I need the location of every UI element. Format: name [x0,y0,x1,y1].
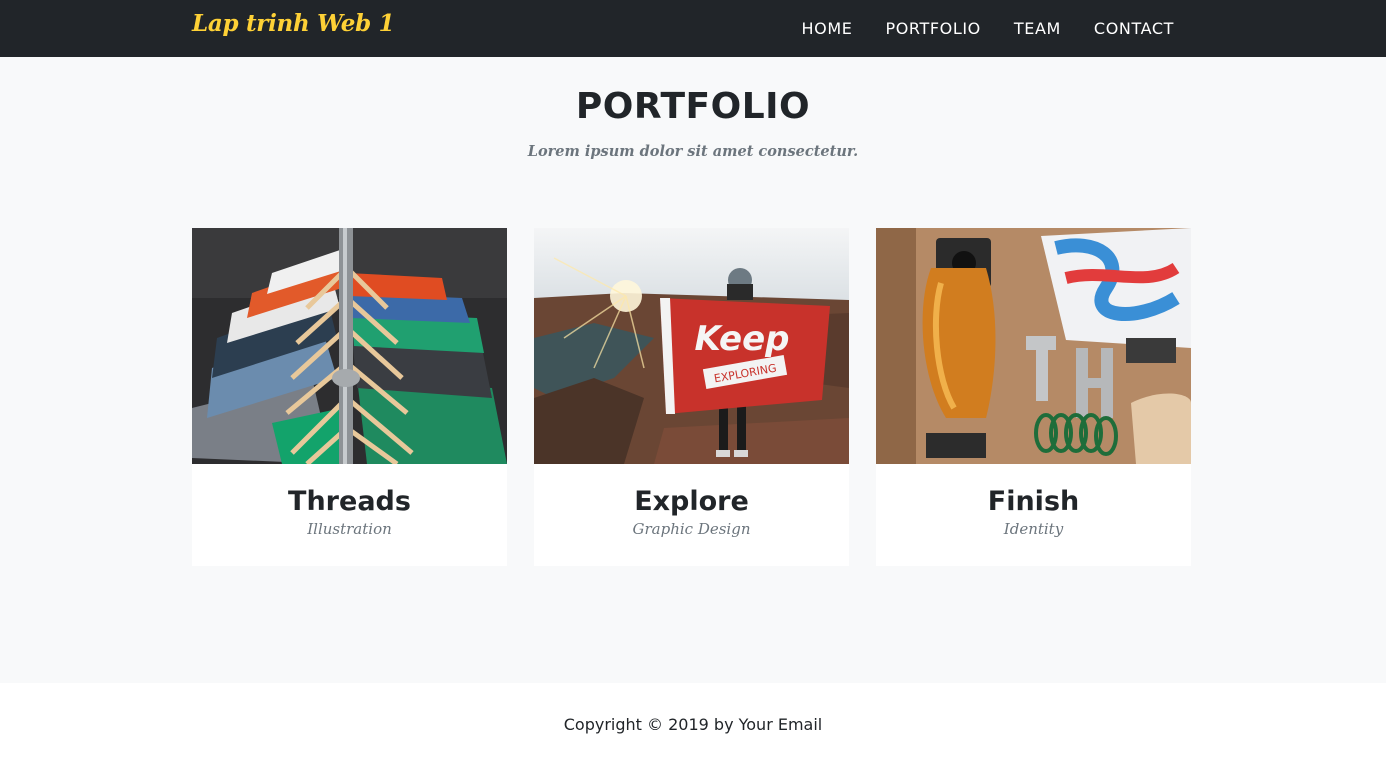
section-heading: PORTFOLIO [575,86,811,127]
nav-link-portfolio[interactable]: PORTFOLIO [885,19,980,38]
portfolio-caption-explore: Explore Graphic Design [534,464,849,566]
nav-link-home[interactable]: HOME [802,19,853,38]
portfolio-image-explore[interactable]: Keep EXPLORING [534,228,849,464]
portfolio-image-threads[interactable] [192,228,507,464]
portfolio-category: Identity [1003,520,1064,538]
navbar: Lap trinh Web 1 HOME PORTFOLIO TEAM CONT… [0,0,1386,57]
portfolio-title: Finish [987,486,1080,517]
section-subheading: Lorem ipsum dolor sit amet consectetur. [527,143,859,160]
brand-link[interactable]: Lap trinh Web 1 [192,10,395,37]
nav-links: HOME PORTFOLIO TEAM CONTACT [769,0,1174,57]
copyright-text: Copyright © 2019 by Your Email [563,715,823,734]
footer: Copyright © 2019 by Your Email [0,683,1386,758]
portfolio-title: Explore [634,486,749,517]
portfolio-item-finish[interactable]: Finish Identity [876,228,1191,566]
portfolio-title: Threads [288,486,411,517]
portfolio-category: Illustration [307,520,392,538]
nav-link-contact[interactable]: CONTACT [1094,19,1174,38]
portfolio-item-explore[interactable]: Keep EXPLORING Explore Graphic Design [534,228,849,566]
portfolio-caption-finish: Finish Identity [876,464,1191,566]
nav-link-team[interactable]: TEAM [1014,19,1061,38]
portfolio-item-threads[interactable]: Threads Illustration [192,228,507,566]
portfolio-caption-threads: Threads Illustration [192,464,507,566]
portfolio-image-finish[interactable] [876,228,1191,464]
flag-text-keep: Keep [695,319,790,359]
portfolio-category: Graphic Design [632,520,751,538]
